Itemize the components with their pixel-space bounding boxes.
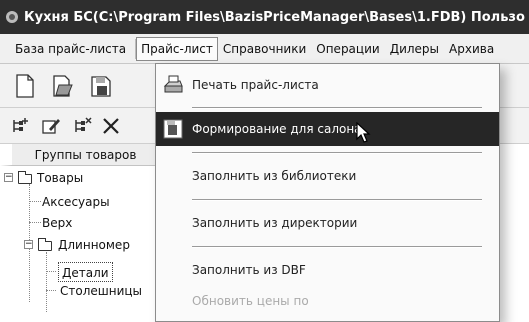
tree-node-countertops[interactable]: Столешницы	[60, 281, 142, 301]
tree-node-label: Столешницы	[60, 284, 143, 298]
save-document-button[interactable]	[86, 71, 116, 101]
tree-connector	[29, 201, 41, 202]
app-icon	[6, 11, 18, 23]
tree-node-label: Детали	[62, 266, 109, 280]
add-child-node-icon	[75, 116, 92, 132]
new-document-icon	[16, 73, 34, 98]
add-node-button[interactable]	[10, 111, 32, 141]
price-list-dropdown-menu: Печать прайс-листа Формирование для сало…	[155, 63, 500, 322]
menu-price-list[interactable]: Прайс-лист	[136, 36, 218, 61]
tree-connector	[46, 290, 56, 291]
open-document-icon	[53, 74, 73, 97]
menu-operations[interactable]: Операции	[311, 37, 384, 61]
tree-node-details[interactable]: Детали	[58, 262, 113, 282]
menu-references[interactable]: Справочники	[218, 37, 311, 61]
menu-separator	[192, 246, 482, 248]
menu-separator	[192, 152, 482, 154]
menu-item-update-prices[interactable]: Обновить цены по	[156, 284, 499, 318]
menu-item-fill-from-dbf[interactable]: Заполнить из DBF	[156, 253, 499, 287]
delete-button[interactable]	[100, 111, 122, 141]
menu-separator	[192, 107, 482, 109]
tree-node-label: Аксесуары	[42, 195, 110, 209]
menu-separator	[192, 199, 482, 201]
add-node-icon	[13, 117, 28, 132]
folder-open-icon	[38, 238, 52, 251]
menu-bar: База прайс-листа Прайс-лист Справочники …	[0, 34, 529, 64]
tree-node-label: Длинномер	[58, 238, 130, 252]
tree-connector	[46, 252, 47, 312]
menu-item-label: Заполнить из DBF	[192, 263, 306, 277]
tree-connector	[46, 271, 56, 272]
menu-item-print-price-list[interactable]: Печать прайс-листа	[156, 68, 499, 102]
window-title: Кухня БС(C:\Program Files\BazisPriceMana…	[24, 9, 525, 25]
menu-price-base[interactable]: База прайс-листа	[10, 37, 131, 61]
menu-item-label: Заполнить из библиотеки	[192, 169, 357, 183]
edit-icon	[42, 118, 60, 134]
menu-archive[interactable]: Архива	[444, 37, 499, 61]
tree-connector	[29, 222, 41, 223]
tree-node-accessories[interactable]: Аксесуары	[42, 192, 110, 212]
add-child-node-button[interactable]	[72, 111, 94, 141]
menu-item-fill-from-directory[interactable]: Заполнить из директории	[156, 206, 499, 240]
menu-dealers[interactable]: Дилеры	[385, 37, 444, 61]
menu-item-label: Обновить цены по	[192, 294, 309, 308]
tree-header: Группы товаров	[0, 144, 159, 166]
collapse-icon[interactable]: −	[24, 240, 33, 249]
new-document-button[interactable]	[10, 71, 40, 101]
edit-button[interactable]	[40, 111, 62, 141]
menu-item-label: Печать прайс-листа	[192, 78, 319, 92]
printer-icon	[163, 75, 183, 93]
delete-icon	[103, 117, 119, 134]
tree-node-long-items[interactable]: − Длинномер	[22, 235, 158, 255]
menu-item-salon-formation[interactable]: Формирование для салона	[156, 112, 499, 146]
folder-open-icon	[18, 171, 32, 184]
menu-item-label: Заполнить из директории	[192, 216, 358, 230]
groups-tree-panel: Группы товаров − Товары Аксесуары Верх −…	[0, 144, 160, 322]
collapse-icon[interactable]: −	[4, 173, 13, 182]
tree-node-goods[interactable]: − Товары	[3, 168, 153, 188]
menu-item-label: Формирование для салона	[192, 122, 362, 136]
mouse-cursor-icon	[356, 122, 371, 143]
tree-node-label: Товары	[37, 171, 84, 185]
salon-document-icon	[163, 119, 183, 139]
tree-node-top[interactable]: Верх	[42, 213, 72, 233]
save-document-icon	[91, 75, 111, 97]
menu-item-fill-from-library[interactable]: Заполнить из библиотеки	[156, 159, 499, 193]
title-bar: Кухня БС(C:\Program Files\BazisPriceMana…	[0, 0, 529, 34]
tree-node-label: Верх	[42, 216, 73, 230]
open-document-button[interactable]	[48, 71, 78, 101]
